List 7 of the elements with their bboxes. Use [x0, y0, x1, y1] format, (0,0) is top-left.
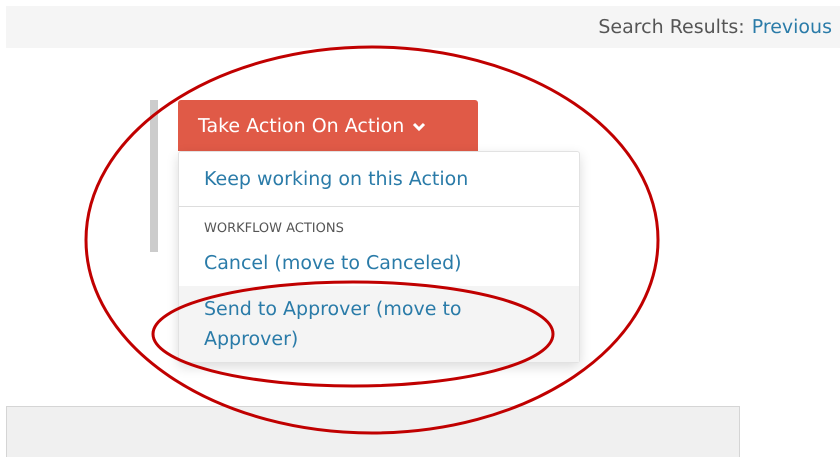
take-action-button[interactable]: Take Action On Action [178, 100, 478, 151]
menu-item[interactable]: Cancel (move to Canceled) [179, 240, 579, 286]
menu-item[interactable]: Send to Approver (move to Approver) [179, 286, 579, 362]
search-results-label: Search Results: [598, 16, 745, 38]
menu-item[interactable]: Keep working on this Action [179, 156, 579, 202]
previous-link[interactable]: Previous [752, 16, 832, 38]
menu-section-header: WORKFLOW ACTIONS [203, 220, 345, 238]
